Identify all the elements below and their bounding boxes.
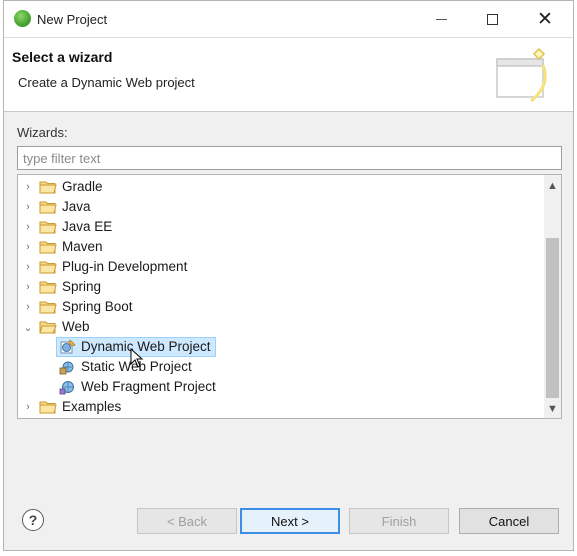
chevron-right-icon[interactable]: ›: [23, 197, 33, 217]
mouse-cursor-icon: [130, 348, 144, 368]
tree-item-label: Spring Boot: [62, 299, 133, 314]
chevron-right-icon[interactable]: ›: [23, 237, 33, 257]
scroll-up-arrow-icon[interactable]: ▲: [544, 177, 561, 194]
dynamic-web-project-icon: [60, 339, 76, 354]
tree-item-label: Gradle: [62, 179, 103, 194]
cancel-button[interactable]: Cancel: [459, 508, 559, 534]
open-folder-icon: [39, 321, 57, 334]
tree-item-examples[interactable]: › Examples: [18, 397, 543, 417]
tree-scrollbar[interactable]: ▲ ▼: [544, 175, 561, 418]
minimize-button[interactable]: [418, 1, 464, 37]
new-project-dialog: New Project ✕ Select a wizard Create a D…: [3, 0, 574, 551]
finish-button[interactable]: Finish: [349, 508, 449, 534]
folder-icon: [39, 221, 57, 234]
maximize-button[interactable]: [469, 1, 515, 37]
tree-item-label: Web: [62, 319, 90, 334]
chevron-right-icon[interactable]: ›: [23, 177, 33, 197]
tree-item-static-web-project[interactable]: Static Web Project: [18, 357, 543, 377]
tree-item-label: Web Fragment Project: [81, 379, 216, 394]
wizard-header: Select a wizard Create a Dynamic Web pro…: [4, 37, 573, 112]
minimize-icon: [435, 18, 447, 20]
next-button[interactable]: Next >: [240, 508, 340, 534]
tree-item-spring-boot[interactable]: › Spring Boot: [18, 297, 543, 317]
tree-item-label: Dynamic Web Project: [81, 339, 211, 354]
tree-item-web-fragment-project[interactable]: Web Fragment Project: [18, 377, 543, 397]
chevron-right-icon[interactable]: ›: [23, 277, 33, 297]
tree-item-java-ee[interactable]: › Java EE: [18, 217, 543, 237]
tree-item-spring[interactable]: › Spring: [18, 277, 543, 297]
close-button[interactable]: ✕: [522, 1, 568, 37]
scroll-thumb[interactable]: [546, 238, 559, 398]
window-title: New Project: [37, 12, 108, 27]
page-description: Create a Dynamic Web project: [18, 75, 195, 90]
folder-icon: [39, 261, 57, 274]
folder-icon: [39, 201, 57, 214]
tree-item-label: Java EE: [62, 219, 113, 234]
tree-item-label: Spring: [62, 279, 102, 294]
page-title: Select a wizard: [12, 49, 113, 65]
tree-item-dynamic-web-project[interactable]: Dynamic Web Project: [18, 337, 543, 357]
tree-item-plugin-development[interactable]: › Plug-in Development: [18, 257, 543, 277]
chevron-right-icon[interactable]: ›: [23, 217, 33, 237]
tree-item-label: Plug-in Development: [62, 259, 188, 274]
folder-icon: [39, 281, 57, 294]
web-fragment-project-icon: [59, 381, 74, 395]
tree-item-web[interactable]: ⌄ Web: [18, 317, 543, 337]
tree-item-label: Maven: [62, 239, 103, 254]
back-button[interactable]: < Back: [137, 508, 237, 534]
chevron-down-icon[interactable]: ⌄: [23, 317, 33, 337]
help-button[interactable]: ?: [22, 509, 44, 531]
tree-item-label: Examples: [62, 399, 122, 414]
wizards-label: Wizards:: [17, 125, 68, 140]
chevron-right-icon[interactable]: ›: [23, 397, 33, 417]
chevron-right-icon[interactable]: ›: [23, 257, 33, 277]
folder-icon: [39, 401, 57, 414]
filter-input[interactable]: [17, 146, 562, 170]
tree-item-gradle[interactable]: › Gradle: [18, 177, 543, 197]
tree-item-maven[interactable]: › Maven: [18, 237, 543, 257]
close-icon: ✕: [537, 8, 553, 30]
folder-icon: [39, 181, 57, 194]
folder-icon: [39, 301, 57, 314]
title-bar[interactable]: New Project ✕: [4, 1, 573, 37]
static-web-project-icon: [59, 361, 74, 375]
wizard-banner-icon: [496, 47, 547, 103]
chevron-right-icon[interactable]: ›: [23, 297, 33, 317]
tree-item-java[interactable]: › Java: [18, 197, 543, 217]
scroll-down-arrow-icon[interactable]: ▼: [544, 400, 561, 417]
tree-item-label: Java: [62, 199, 91, 214]
maximize-icon: [486, 13, 498, 25]
spring-app-icon: [14, 10, 31, 27]
folder-icon: [39, 241, 57, 254]
wizard-tree[interactable]: › Gradle › Java › Java EE › Maven › Plug…: [17, 174, 562, 419]
